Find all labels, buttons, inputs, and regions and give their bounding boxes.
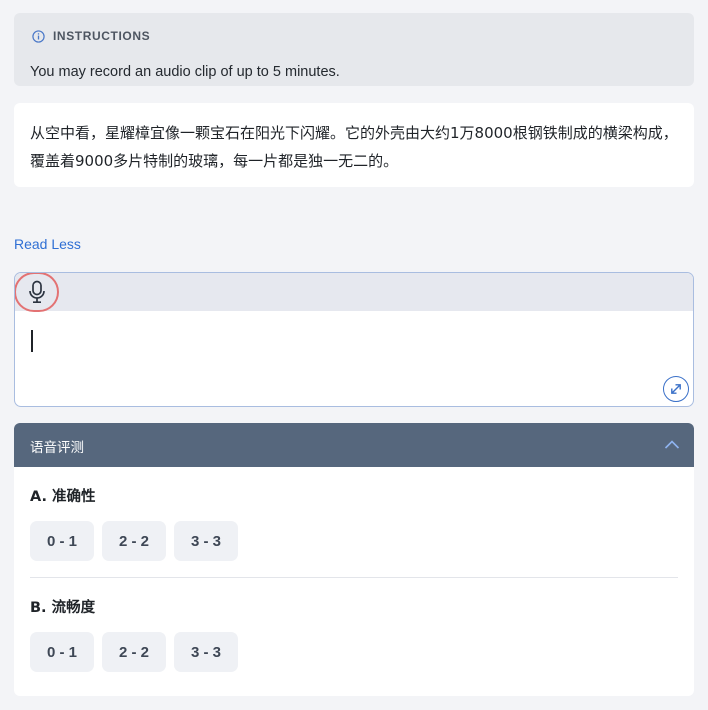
accuracy-option-2-2[interactable]: 2 - 2 [102,521,166,561]
fluency-option-2-2[interactable]: 2 - 2 [102,632,166,672]
expand-icon [671,384,681,394]
accuracy-option-0-1[interactable]: 0 - 1 [30,521,94,561]
section-label-accuracy: A. 准确性 [30,489,96,505]
reading-passage: 从空中看，星耀樟宜像一颗宝石在阳光下闪耀。它的外壳由大约1万8000根钢铁制成的… [14,103,694,187]
info-icon [32,29,45,43]
audio-recorder [14,272,694,407]
evaluation-title: 语音评测 [30,440,84,456]
expand-button[interactable] [663,376,689,402]
record-button[interactable] [15,273,59,312]
read-less-link[interactable]: Read Less [14,236,81,252]
instructions-text: You may record an audio clip of up to 5 … [30,64,340,80]
fluency-options: 0 - 1 2 - 2 3 - 3 [30,632,238,672]
accuracy-options: 0 - 1 2 - 2 3 - 3 [30,521,238,561]
instructions-title: INSTRUCTIONS [53,29,151,43]
microphone-icon [28,280,45,304]
accuracy-option-3-3[interactable]: 3 - 3 [174,521,238,561]
text-cursor [31,330,33,352]
section-label-fluency: B. 流畅度 [30,600,96,616]
instructions-header: INSTRUCTIONS [32,29,150,43]
recorder-toolbar [15,273,693,311]
speech-evaluation-panel: 语音评测 A. 准确性 0 - 1 2 - 2 3 - 3 B. 流畅度 0 -… [14,423,694,696]
fluency-option-3-3[interactable]: 3 - 3 [174,632,238,672]
section-divider [30,577,678,578]
instructions-panel: INSTRUCTIONS You may record an audio cli… [14,13,694,86]
chevron-up-icon[interactable] [664,438,680,450]
fluency-option-0-1[interactable]: 0 - 1 [30,632,94,672]
evaluation-header[interactable]: 语音评测 [14,423,694,467]
